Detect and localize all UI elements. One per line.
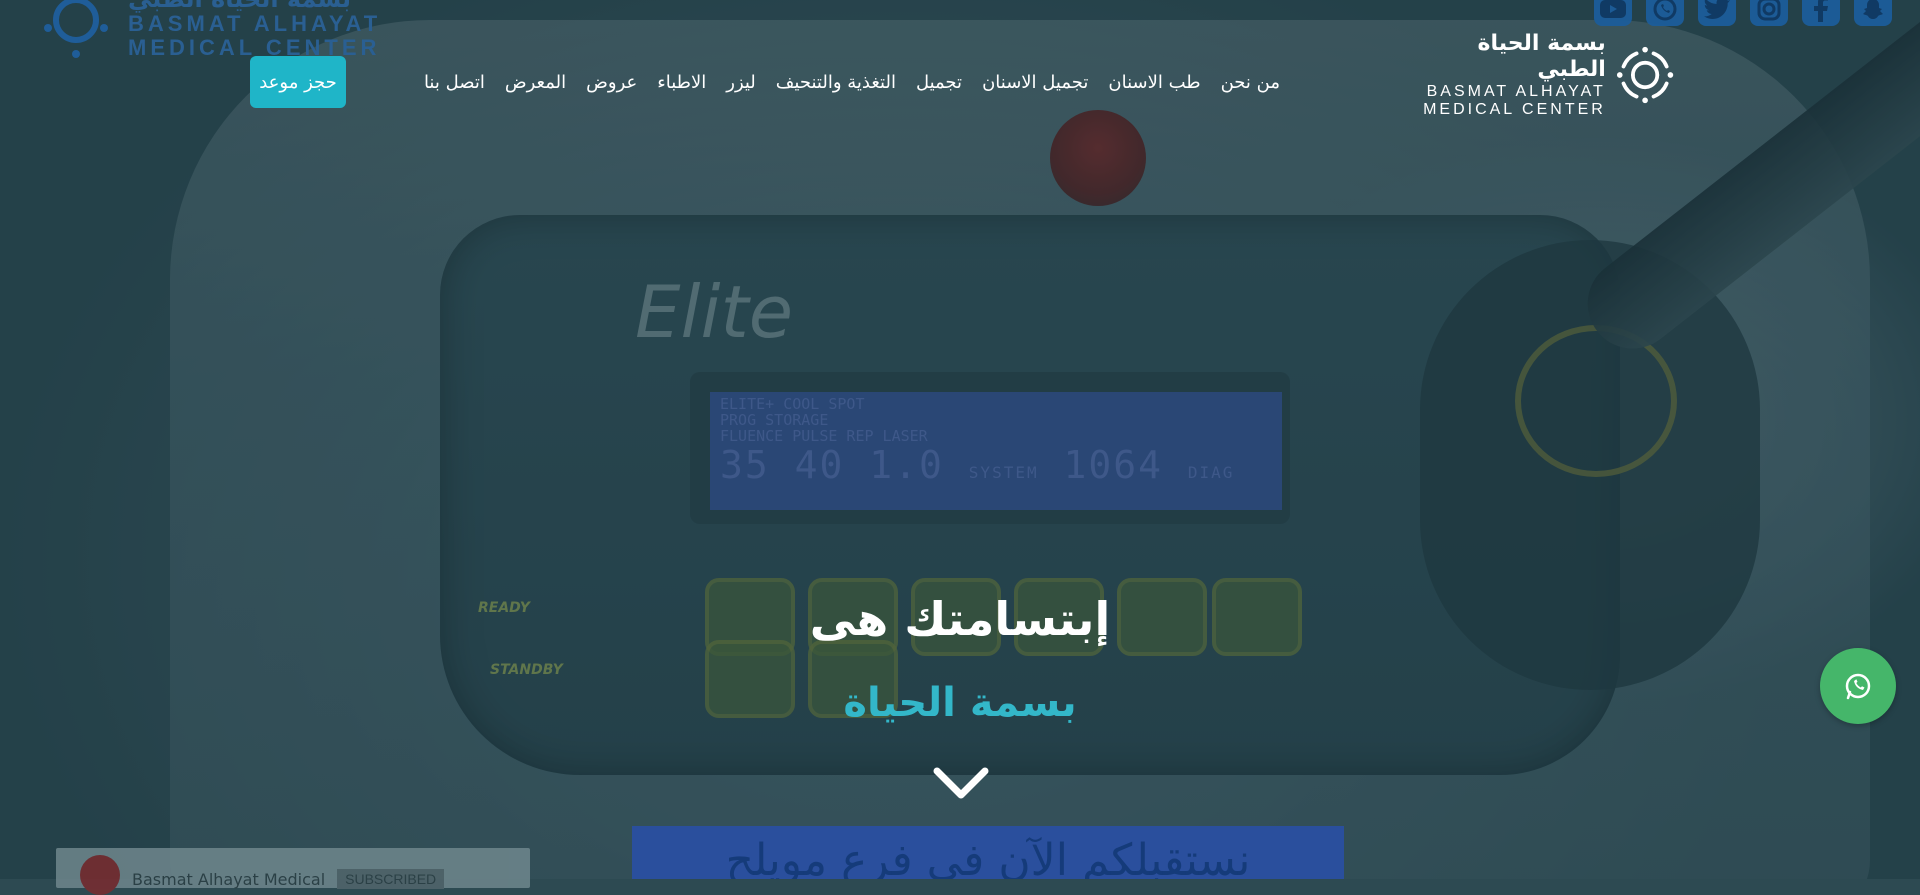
nav-doctors[interactable]: الاطباء [647, 72, 716, 93]
social-links [1594, 0, 1892, 26]
nav-nutrition[interactable]: التغذية والتنحيف [766, 72, 906, 93]
nav-dentistry[interactable]: طب الاسنان [1098, 72, 1210, 93]
nav-offers[interactable]: عروض [576, 72, 647, 93]
subscribed-badge[interactable]: SUBSCRIBED [337, 869, 445, 889]
hero-subtitle: بسمة الحياة [843, 680, 1077, 726]
branch-announcement-banner: نستقبلكم الآن في فرع مويلح [632, 826, 1344, 879]
brand-text: بسمة الحياة الطبي BASMAT ALHAYAT MEDICAL… [1414, 31, 1606, 119]
brand-logo[interactable]: بسمة الحياة الطبي BASMAT ALHAYAT MEDICAL… [1414, 31, 1674, 118]
nav-contact[interactable]: اتصل بنا [414, 72, 495, 93]
book-appointment-button[interactable]: حجز موعد [250, 56, 346, 108]
brand-mark-icon [44, 0, 108, 58]
brand-mark-icon [1616, 46, 1674, 104]
whatsapp-small-icon[interactable] [1646, 0, 1684, 26]
nav-cosmetic-dentistry[interactable]: تجميل الاسنان [972, 72, 1098, 93]
youtube-subscribe-card[interactable]: Basmat Alhayat Medical SUBSCRIBED [56, 848, 530, 895]
twitter-icon[interactable] [1698, 0, 1736, 26]
instagram-icon[interactable] [1750, 0, 1788, 26]
whatsapp-float-button[interactable] [1820, 648, 1896, 724]
snapchat-icon[interactable] [1854, 0, 1892, 26]
main-nav: من نحن طب الاسنان تجميل الاسنان تجميل ال… [250, 56, 1290, 108]
whatsapp-icon [1845, 673, 1871, 700]
branch-announcement-text: نستقبلكم الآن في فرع مويلح [725, 835, 1251, 879]
facebook-icon[interactable] [1802, 0, 1840, 26]
hero-background: Elite ELITE+ COOL SPOT PROG STORAGE FLUE… [0, 0, 1920, 879]
channel-name: Basmat Alhayat Medical [132, 869, 326, 889]
brand-name-ar: بسمة الحياة الطبي [1477, 31, 1606, 82]
nav-cosmetics[interactable]: تجميل [906, 72, 972, 93]
youtube-icon[interactable] [1594, 0, 1632, 26]
nav-about[interactable]: من نحن [1211, 72, 1290, 93]
brand-logo-faded: بسمة الحياة الطبي BASMAT ALHAYAT MEDICAL… [36, 0, 396, 60]
channel-avatar [80, 855, 120, 895]
nav-gallery[interactable]: المعرض [495, 72, 576, 93]
brand-text-faded: بسمة الحياة الطبي BASMAT ALHAYAT MEDICAL… [128, 0, 381, 60]
brand-name-en-line1: BASMAT ALHAYAT [1426, 83, 1606, 100]
scroll-down-chevron-icon[interactable] [933, 765, 989, 801]
brand-name-en-line1-faded: BASMAT ALHAYAT [128, 11, 382, 36]
nav-laser[interactable]: ليزر [716, 72, 766, 93]
hero-title: إبتسامتك هى [809, 592, 1111, 646]
hero-overlay [0, 0, 1920, 879]
brand-name-en-line2: MEDICAL CENTER [1423, 101, 1606, 118]
